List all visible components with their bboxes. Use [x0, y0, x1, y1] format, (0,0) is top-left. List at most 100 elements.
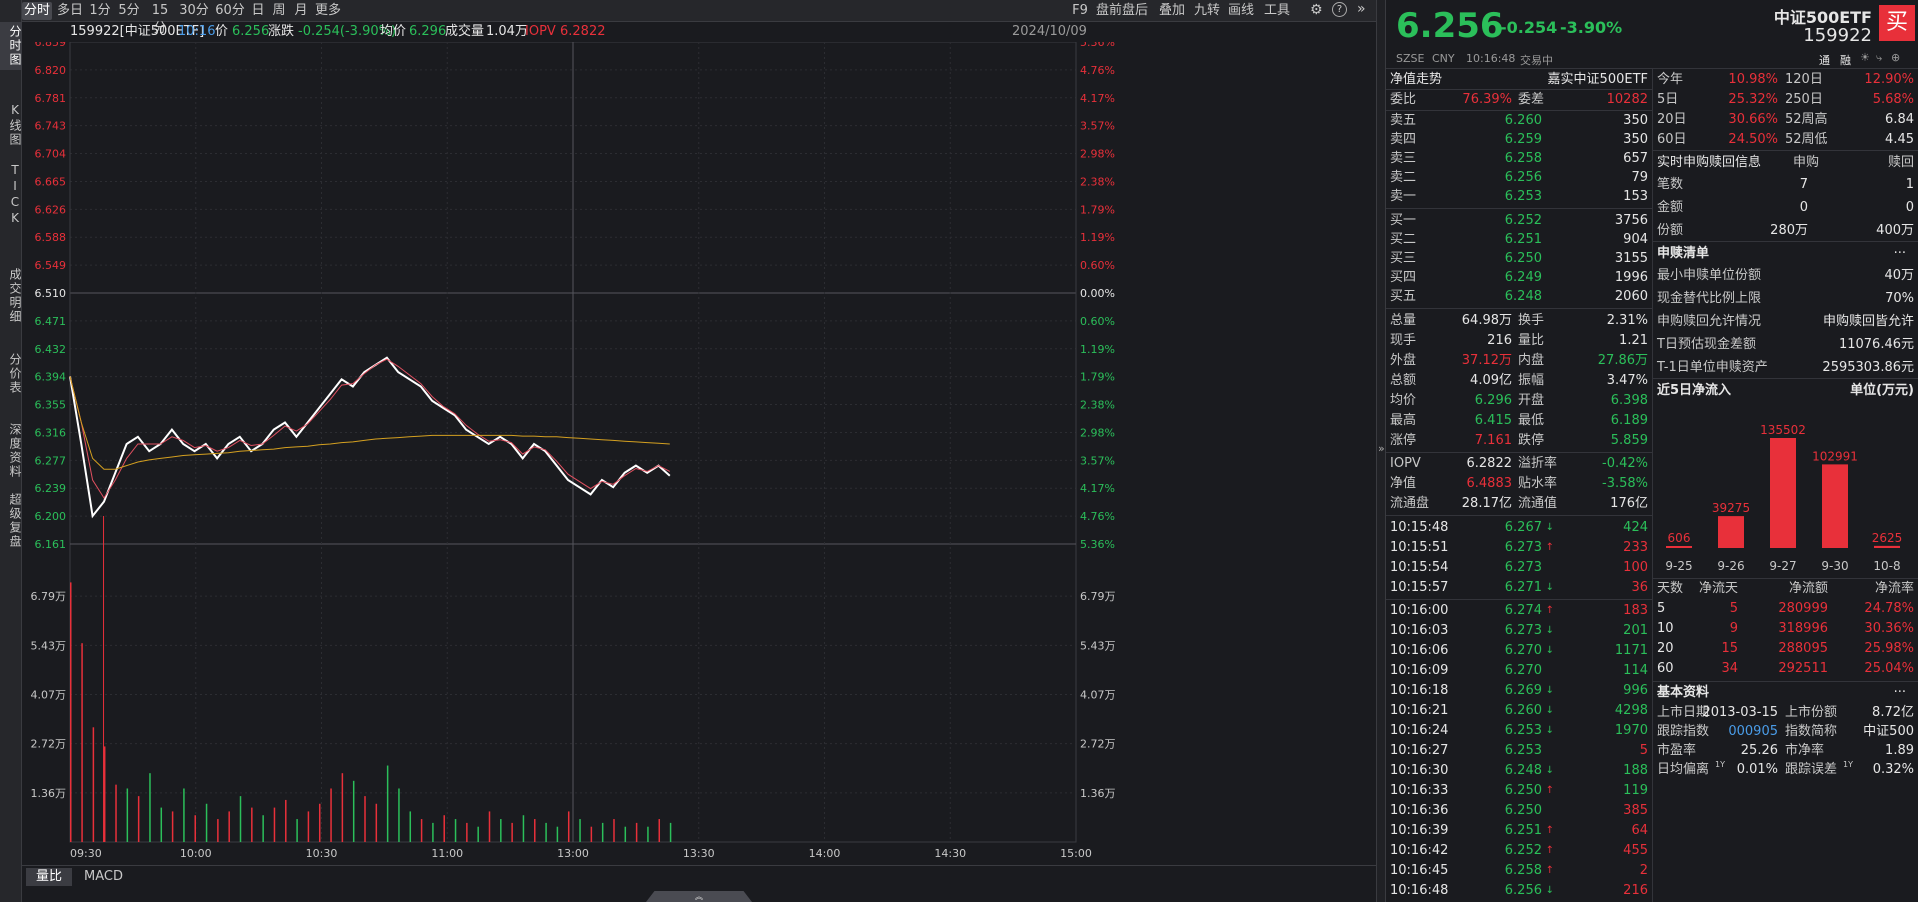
sidebar-item-5[interactable]: 深度资料 [0, 420, 22, 482]
perf-label: 120日 [1785, 72, 1823, 87]
sidebar-item-2[interactable]: TICK [0, 160, 22, 230]
tool-5[interactable]: 工具 [1262, 2, 1292, 20]
buy-button[interactable]: 买 [1879, 5, 1915, 41]
tab-liangbi[interactable]: 量比 [26, 868, 73, 886]
separator [1386, 599, 1652, 600]
sidebar-item-0[interactable]: 分时图 [0, 22, 22, 70]
period-3[interactable]: 5分 [116, 2, 142, 20]
inflow-date: 9-25 [1665, 559, 1692, 573]
rong-badge: 融 [1840, 54, 1851, 67]
price-tick: 6.277 [35, 454, 67, 467]
tick-time: 10:16:00 [1390, 603, 1449, 618]
sg-a: 280万 [1770, 223, 1808, 238]
period-1[interactable]: 多日 [56, 2, 84, 20]
sidebar-item-4[interactable]: 分价表 [0, 350, 22, 398]
period-10[interactable]: 更多 [314, 2, 342, 20]
buy-price: 6.251 [1504, 232, 1542, 247]
sg-col1: 申购 [1793, 155, 1820, 170]
buy-price: 6.252 [1504, 213, 1542, 228]
nav-trend-label: 净值走势 [1390, 72, 1443, 87]
volume-tick: 1.36万 [31, 787, 67, 800]
panel-divider[interactable]: » [1376, 0, 1386, 902]
add-icon[interactable]: ⊕ [1891, 51, 1900, 64]
basic-title: 基本资料 [1657, 685, 1710, 700]
share-icon[interactable]: ⤷ [1876, 51, 1882, 65]
volume-bar [590, 826, 593, 842]
collapse-icon[interactable]: » [1378, 442, 1385, 455]
volume-bar [239, 796, 242, 842]
help-icon[interactable]: ? [1332, 2, 1347, 17]
period-8[interactable]: 周 [270, 2, 288, 20]
sidebar-item-6[interactable]: 超级复盘 [0, 490, 22, 552]
arrow-down-icon: ↓ [1545, 765, 1554, 776]
volume-tick: 5.43万 [31, 639, 67, 652]
scroll-handle[interactable]: ︽ [646, 891, 752, 902]
tick-vol: 385 [1623, 803, 1648, 818]
time-tick: 13:30 [683, 847, 715, 860]
price-tick: 6.161 [35, 538, 67, 551]
list-value: 70% [1885, 291, 1914, 306]
sell-label: 卖三 [1390, 151, 1417, 166]
stat-label: 量比 [1518, 333, 1545, 348]
pct-tick: 1.79% [1080, 371, 1115, 384]
sidebar-item-1[interactable]: K线图 [0, 100, 22, 150]
period-6[interactable]: 60分 [214, 2, 246, 20]
stat-value: 27.86万 [1597, 353, 1648, 368]
price-tick: 6.820 [35, 64, 67, 77]
sidebar-item-3[interactable]: 成交明细 [0, 265, 22, 327]
stat-value: -0.42% [1602, 456, 1648, 471]
sun-icon[interactable]: ☀ [1860, 51, 1870, 64]
tab-macd[interactable]: MACD [74, 868, 133, 886]
ft-head: 净流率 [1874, 581, 1914, 596]
tick-vol: 216 [1623, 883, 1648, 898]
basic-label: 上市日期 [1657, 705, 1710, 720]
tick-vol: 36 [1631, 580, 1648, 595]
period-0[interactable]: 分时 [22, 2, 52, 20]
settings-icon[interactable]: ⚙ [1310, 2, 1323, 18]
tool-3[interactable]: 九转 [1192, 2, 1222, 20]
price-tick: 6.510 [35, 287, 67, 300]
price-tick: 6.239 [35, 482, 67, 495]
vol-label: 成交量 [445, 24, 485, 39]
sg-b: 400万 [1876, 223, 1914, 238]
sell-price: 6.253 [1504, 189, 1542, 204]
pct-tick: 2.38% [1080, 175, 1115, 188]
tick-price: 6.256 [1504, 883, 1542, 898]
buy-label: 买一 [1390, 213, 1417, 228]
intraday-chart[interactable]: 6.859 5.36% 6.820 4.76% 6.781 4.17% 6.743 3.57%… [22, 36, 1376, 864]
volume-bar [205, 803, 208, 842]
list-more-button[interactable]: ··· [1894, 244, 1906, 263]
stat-label: IOPV [1390, 456, 1421, 471]
tick-vol: 5 [1639, 743, 1648, 758]
tool-4[interactable]: 画线 [1226, 2, 1256, 20]
sg-label: 份额 [1657, 223, 1684, 238]
period-5[interactable]: 30分 [178, 2, 210, 20]
tick-vol: 114 [1623, 663, 1648, 678]
inflow-bar [1822, 464, 1848, 548]
tool-2[interactable]: 叠加 [1157, 2, 1187, 20]
sg-label: 笔数 [1657, 177, 1684, 192]
basic-value[interactable]: 000905 [1728, 722, 1778, 741]
tick-time: 10:15:57 [1390, 580, 1449, 595]
period-4[interactable]: 15分 [146, 2, 174, 36]
tool-1[interactable]: 盘前盘后 [1094, 2, 1150, 20]
basic-more-button[interactable]: ··· [1894, 683, 1906, 702]
perf-value: 6.84 [1885, 112, 1914, 127]
intraday-chart-svg[interactable]: 6.859 5.36% 6.820 4.76% 6.781 4.17% 6.743 3.57%… [22, 36, 1376, 864]
sell-vol: 350 [1623, 132, 1648, 147]
period-2[interactable]: 1分 [88, 2, 112, 20]
sg-a: 7 [1799, 177, 1808, 192]
period-7[interactable]: 日 [250, 2, 266, 20]
quote-price: 6.256 [1396, 6, 1504, 46]
stat-value: 2.31% [1606, 313, 1648, 328]
tool-0[interactable]: F9 [1070, 2, 1090, 20]
sell-price: 6.259 [1504, 132, 1542, 147]
sg-b: 1 [1905, 177, 1914, 192]
volume-bar [545, 822, 547, 842]
pct-tick: 2.98% [1080, 148, 1115, 161]
stat-label: 贴水率 [1518, 476, 1558, 491]
expand-icon[interactable]: » [1357, 1, 1366, 17]
period-9[interactable]: 月 [292, 2, 310, 20]
volume-bar [635, 822, 638, 842]
basic-value: 8.72亿 [1872, 705, 1914, 720]
